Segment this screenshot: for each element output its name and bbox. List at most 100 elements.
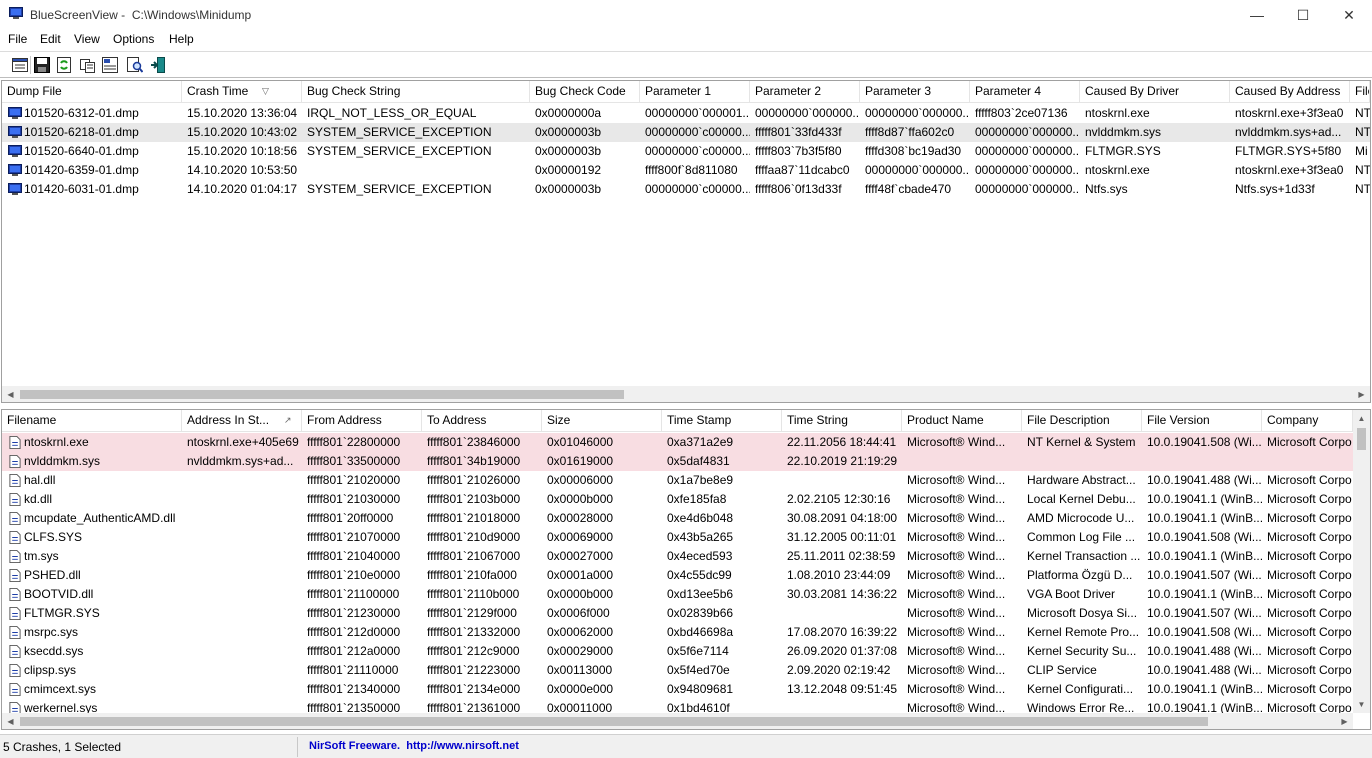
- nirsoft-link[interactable]: NirSoft Freeware. http://www.nirsoft.net: [309, 737, 519, 757]
- crashes-cell-file: NT: [1355, 106, 1370, 120]
- drivers-cell-time-stamp: 0x5f6e7114: [667, 644, 729, 658]
- drivers-row[interactable]: BOOTVID.dll fffff801`21100000 fffff801`211…: [2, 585, 1353, 604]
- drivers-row[interactable]: CLFS.SYS fffff801`21070000 fffff801`210d90…: [2, 528, 1353, 547]
- drivers-cell-file-description: NT Kernel & System: [1027, 435, 1136, 449]
- col-time-string[interactable]: Time String: [782, 410, 902, 432]
- col-company[interactable]: Company: [1262, 410, 1353, 432]
- scroll-left-arrow-icon[interactable]: ◀: [2, 713, 19, 729]
- drivers-cell-time-string: 2.09.2020 02:19:42: [787, 663, 891, 677]
- drivers-cell-time-string: 30.03.2081 14:36:22: [787, 587, 898, 601]
- crashes-cell-dump-file: 101420-6031-01.dmp: [24, 182, 139, 196]
- drivers-row[interactable]: cmimcext.sys fffff801`21340000 fffff801`21…: [2, 680, 1353, 699]
- drivers-cell-filename: PSHED.dll: [24, 568, 81, 582]
- menu-file[interactable]: File: [8, 32, 27, 46]
- advanced-options-button[interactable]: [10, 55, 30, 75]
- crashes-row[interactable]: 101520-6312-01.dmp 15.10.2020 13:36:04 IRQ…: [2, 104, 1370, 123]
- col-time-stamp[interactable]: Time Stamp: [662, 410, 782, 432]
- maximize-button[interactable]: ☐: [1280, 0, 1326, 30]
- options-icon: [12, 58, 28, 72]
- crash-list-hscrollbar[interactable]: ◀ ▶: [2, 386, 1370, 402]
- drivers-cell-file-description: Hardware Abstract...: [1027, 473, 1136, 487]
- crashes-row[interactable]: 101420-6031-01.dmp 14.10.2020 01:04:17 SYS…: [2, 180, 1370, 199]
- drivers-cell-time-string: 1.08.2010 23:44:09: [787, 568, 891, 582]
- col-from-address[interactable]: From Address: [302, 410, 422, 432]
- driver-list-hscrollbar[interactable]: ◀ ▶: [2, 713, 1353, 729]
- scroll-up-arrow-icon[interactable]: ▲: [1353, 410, 1370, 427]
- drivers-cell-product-name: Microsoft® Wind...: [907, 606, 1006, 620]
- col-caused-by-driver[interactable]: Caused By Driver: [1080, 81, 1230, 103]
- crashes-cell-file: NT: [1355, 125, 1370, 139]
- col-file-description[interactable]: File Description: [1022, 410, 1142, 432]
- menu-view[interactable]: View: [74, 32, 100, 46]
- col-file[interactable]: File: [1350, 81, 1370, 103]
- drivers-cell-company: Microsoft Corpo: [1267, 568, 1352, 582]
- drivers-cell-company: Microsoft Corpo: [1267, 492, 1352, 506]
- close-button[interactable]: ✕: [1326, 0, 1372, 30]
- menu-edit[interactable]: Edit: [40, 32, 61, 46]
- scroll-thumb[interactable]: [1357, 428, 1366, 450]
- crashes-row[interactable]: 101420-6359-01.dmp 14.10.2020 10:53:50 0x0…: [2, 161, 1370, 180]
- crashes-cell-dump-file: 101520-6218-01.dmp: [24, 125, 139, 139]
- save-button[interactable]: [32, 55, 52, 75]
- crashes-row[interactable]: 101520-6218-01.dmp 15.10.2020 10:43:02 SYS…: [2, 123, 1370, 142]
- crashes-cell-parameter-1: ffff800f`8d811080: [645, 163, 738, 177]
- drivers-row[interactable]: nvlddmkm.sys nvlddmkm.sys+ad... fffff801`3…: [2, 452, 1353, 471]
- col-to-address[interactable]: To Address: [422, 410, 542, 432]
- col-parameter-4[interactable]: Parameter 4: [970, 81, 1080, 103]
- col-file-version[interactable]: File Version: [1142, 410, 1262, 432]
- drivers-row[interactable]: ntoskrnl.exe ntoskrnl.exe+405e69 fffff801`…: [2, 433, 1353, 452]
- drivers-cell-filename: mcupdate_AuthenticAMD.dll: [24, 511, 176, 525]
- drivers-cell-company: Microsoft Corpo: [1267, 606, 1352, 620]
- drivers-cell-company: Microsoft Corpo: [1267, 530, 1352, 544]
- drivers-cell-size: 0x0000b000: [547, 492, 614, 506]
- drivers-row[interactable]: msrpc.sys fffff801`212d0000 fffff801`21332…: [2, 623, 1353, 642]
- drivers-row[interactable]: ksecdd.sys fffff801`212a0000 fffff801`212c…: [2, 642, 1353, 661]
- drivers-row[interactable]: PSHED.dll fffff801`210e0000 fffff801`210fa…: [2, 566, 1353, 585]
- col-product-name[interactable]: Product Name: [902, 410, 1022, 432]
- crashes-cell-caused-by-driver: nvlddmkm.sys: [1085, 125, 1162, 139]
- drivers-row[interactable]: mcupdate_AuthenticAMD.dll fffff801`20ff00…: [2, 509, 1353, 528]
- drivers-row[interactable]: clipsp.sys fffff801`21110000 fffff801`2122…: [2, 661, 1353, 680]
- col-dump-file[interactable]: Dump File: [2, 81, 182, 103]
- drivers-row[interactable]: FLTMGR.SYS fffff801`21230000 fffff801`2129…: [2, 604, 1353, 623]
- scroll-thumb[interactable]: [20, 390, 624, 399]
- driver-list-vscrollbar[interactable]: ▲ ▼: [1353, 410, 1370, 713]
- refresh-button[interactable]: [54, 55, 74, 75]
- drivers-cell-to-address: fffff801`210fa000: [427, 568, 517, 582]
- copy-button[interactable]: [78, 55, 98, 75]
- col-caused-by-address[interactable]: Caused By Address: [1230, 81, 1350, 103]
- scroll-thumb[interactable]: [20, 717, 1208, 726]
- menu-bar: File Edit View Options Help: [0, 30, 1372, 50]
- find-button[interactable]: [125, 55, 145, 75]
- scroll-down-arrow-icon[interactable]: ▼: [1353, 696, 1370, 713]
- drivers-row[interactable]: hal.dll fffff801`21020000 fffff801`2102600…: [2, 471, 1353, 490]
- drivers-cell-time-string: 26.09.2020 01:37:08: [787, 644, 898, 658]
- menu-options[interactable]: Options: [113, 32, 154, 46]
- properties-button[interactable]: [100, 55, 120, 75]
- col-bug-check-string[interactable]: Bug Check String: [302, 81, 530, 103]
- crashes-row[interactable]: 101520-6640-01.dmp 15.10.2020 10:18:56 SYS…: [2, 142, 1370, 161]
- scroll-right-arrow-icon[interactable]: ▶: [1336, 713, 1353, 729]
- exit-button[interactable]: [148, 55, 168, 75]
- col-filename[interactable]: Filename: [2, 410, 182, 432]
- col-parameter-3[interactable]: Parameter 3: [860, 81, 970, 103]
- drivers-cell-filename: ntoskrnl.exe: [24, 435, 89, 449]
- menu-help[interactable]: Help: [169, 32, 194, 46]
- col-address-in-stack[interactable]: Address In St... ↗: [182, 410, 302, 432]
- scroll-left-arrow-icon[interactable]: ◀: [2, 386, 19, 402]
- drivers-cell-file-description: Common Log File ...: [1027, 530, 1136, 544]
- col-bug-check-code[interactable]: Bug Check Code: [530, 81, 640, 103]
- col-parameter-2[interactable]: Parameter 2: [750, 81, 860, 103]
- drivers-cell-company: Microsoft Corpo: [1267, 663, 1352, 677]
- minimize-button[interactable]: —: [1234, 0, 1280, 30]
- col-size[interactable]: Size: [542, 410, 662, 432]
- drivers-row[interactable]: kd.dll fffff801`21030000 fffff801`2103b000…: [2, 490, 1353, 509]
- col-parameter-1[interactable]: Parameter 1: [640, 81, 750, 103]
- crashes-cell-bug-check-code: 0x00000192: [535, 163, 602, 177]
- col-crash-time[interactable]: Crash Time ▽: [182, 81, 302, 103]
- drivers-row[interactable]: tm.sys fffff801`21040000 fffff801`21067000…: [2, 547, 1353, 566]
- drivers-cell-product-name: Microsoft® Wind...: [907, 663, 1006, 677]
- drivers-cell-address-in-stack: ntoskrnl.exe+405e69: [187, 435, 299, 449]
- scroll-right-arrow-icon[interactable]: ▶: [1353, 386, 1370, 402]
- drivers-cell-size: 0x0000b000: [547, 587, 614, 601]
